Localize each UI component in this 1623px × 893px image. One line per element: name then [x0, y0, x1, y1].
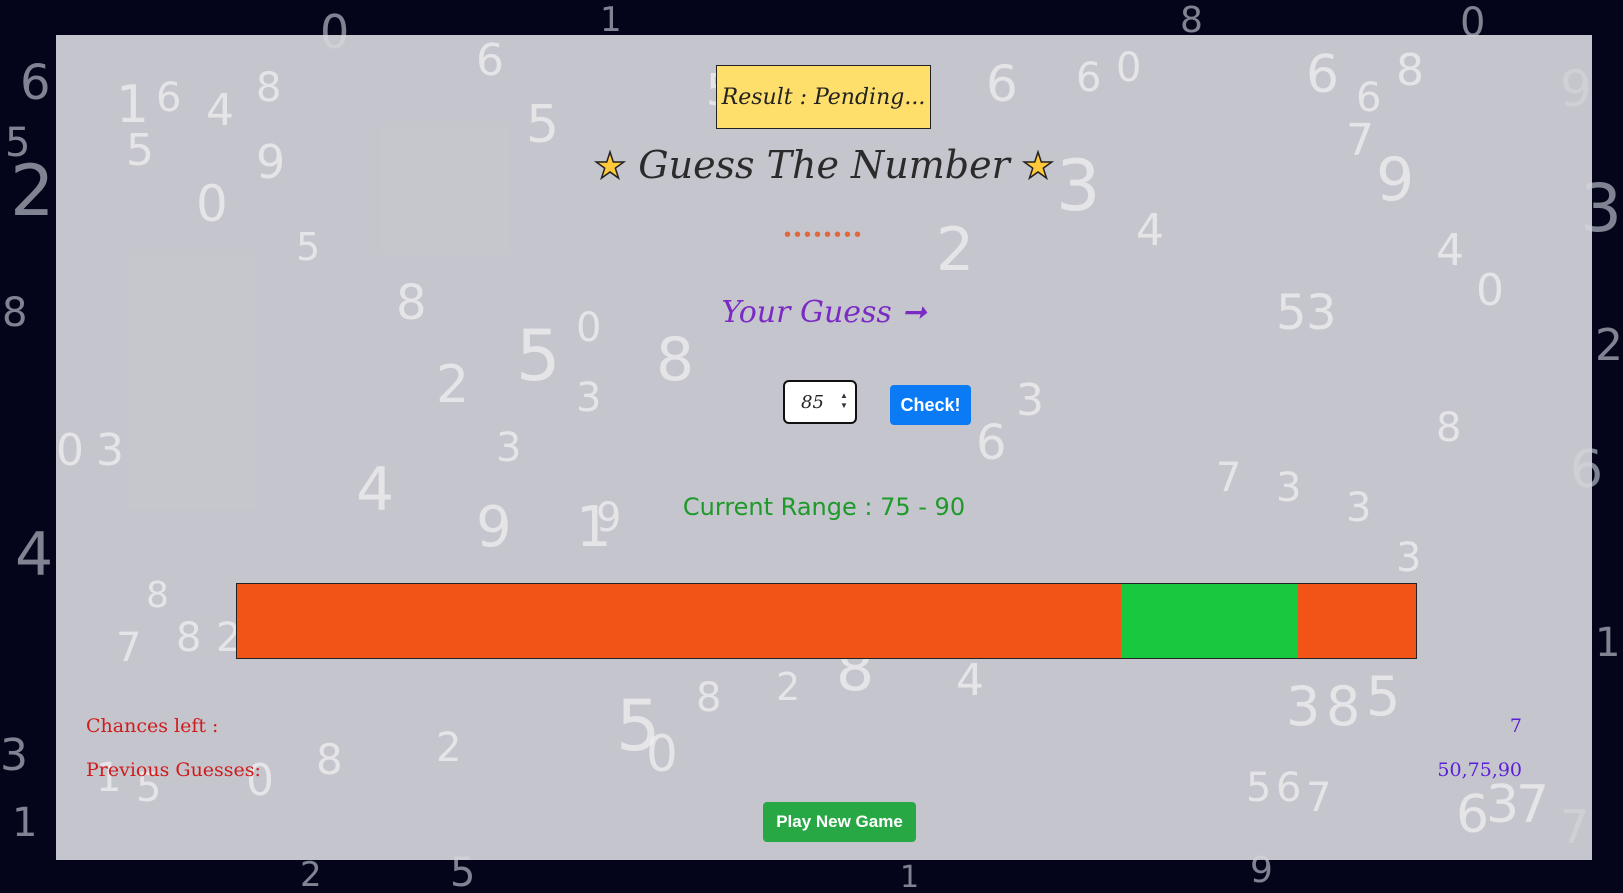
chances-row: Chances left : 7	[86, 715, 1522, 737]
star-icon-right: ★	[1021, 145, 1055, 188]
range-bar	[236, 583, 1417, 659]
number-spinner-icon[interactable]: ▲ ▼	[839, 391, 849, 413]
result-status: Result : Pending...	[716, 65, 931, 129]
your-guess-label: Your Guess ➞	[721, 295, 927, 330]
title-text: Guess The Number	[638, 143, 1010, 187]
previous-guesses-row: Previous Guesses: 50,75,90	[86, 759, 1522, 781]
chances-value: 7	[1509, 715, 1522, 737]
check-button[interactable]: Check!	[890, 385, 971, 425]
game-panel: 1 6 4 8 5 9 0 6 5 5 5 8 5 0 2 3 8 0 3 4 …	[56, 35, 1592, 860]
page-title: ★ Guess The Number ★	[56, 143, 1592, 188]
chances-label: Chances left :	[86, 715, 219, 737]
previous-guesses-label: Previous Guesses:	[86, 759, 261, 781]
current-range-text: Current Range : 75 - 90	[682, 493, 966, 521]
play-new-game-button[interactable]: Play New Game	[763, 802, 916, 842]
star-icon-left: ★	[593, 145, 627, 188]
range-bar-current	[1121, 584, 1299, 658]
title-underline-dots: ••••••••	[783, 224, 864, 246]
previous-guesses-value: 50,75,90	[1437, 759, 1522, 781]
